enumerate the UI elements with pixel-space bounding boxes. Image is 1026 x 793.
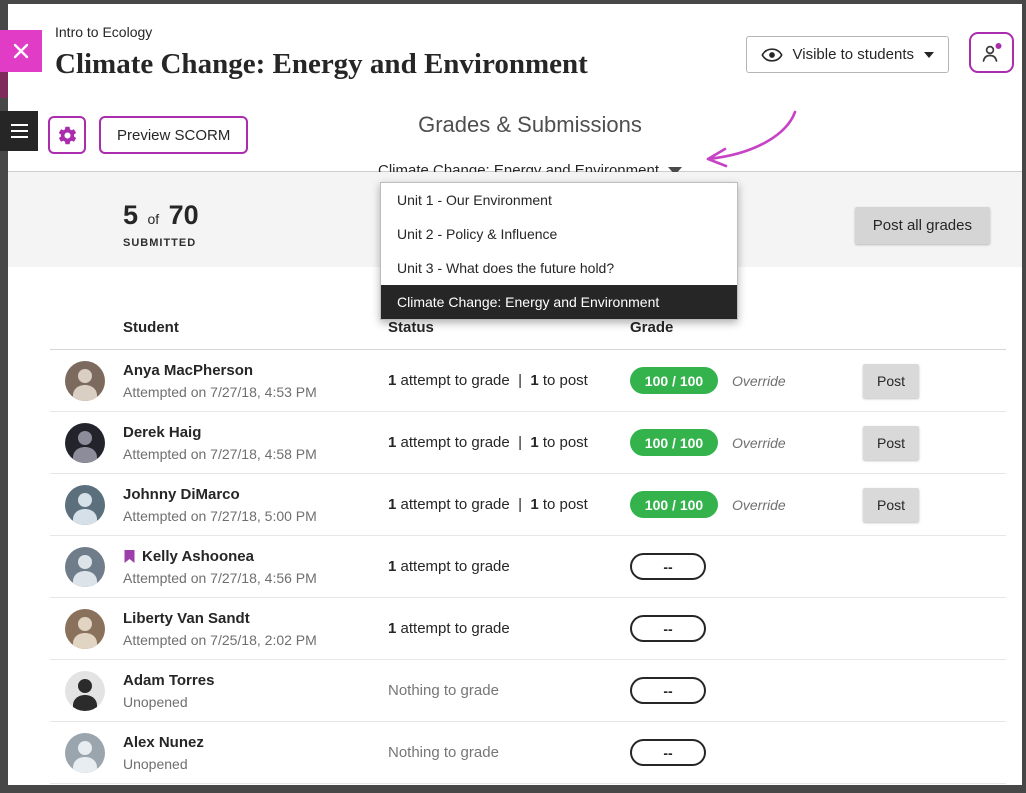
roster-person-icon <box>980 41 1004 65</box>
submitted-counts: 5 of 70 <box>123 200 199 235</box>
student-name: Alex Nunez <box>123 733 204 752</box>
course-name: Intro to Ecology <box>55 24 588 40</box>
table-row[interactable]: Liberty Van Sandt Attempted on 7/25/18, … <box>50 598 1006 660</box>
grade-pill[interactable]: -- <box>630 677 706 704</box>
post-button[interactable]: Post <box>863 426 919 460</box>
grade-pill[interactable]: -- <box>630 615 706 642</box>
dropdown-item[interactable]: Unit 2 - Policy & Influence <box>381 217 737 251</box>
avatar <box>65 423 105 463</box>
student-attempt-meta: Unopened <box>123 693 214 711</box>
student-attempt-meta: Attempted on 7/27/18, 4:53 PM <box>123 383 317 401</box>
eye-icon <box>761 44 783 66</box>
table-row[interactable]: Alex Nunez Unopened Nothing to grade -- <box>50 722 1006 784</box>
override-label: Override <box>732 435 786 451</box>
student-attempt-meta: Attempted on 7/27/18, 5:00 PM <box>123 507 317 525</box>
post-button[interactable]: Post <box>863 364 919 398</box>
status-text: 1 attempt to grade | 1 to post <box>388 434 624 451</box>
visibility-label: Visible to students <box>793 46 914 63</box>
avatar <box>65 361 105 401</box>
of-label: of <box>147 211 159 227</box>
grade-pill[interactable]: -- <box>630 739 706 766</box>
close-button[interactable] <box>0 30 42 72</box>
close-icon <box>12 42 30 60</box>
student-attempt-meta: Attempted on 7/27/18, 4:56 PM <box>123 569 317 587</box>
student-name: Liberty Van Sandt <box>123 609 317 628</box>
status-text: Nothing to grade <box>388 744 624 761</box>
hamburger-icon <box>11 124 28 126</box>
grade-pill[interactable]: -- <box>630 553 706 580</box>
avatar <box>65 609 105 649</box>
dropdown-item[interactable]: Unit 1 - Our Environment <box>381 183 737 217</box>
notification-dot <box>995 43 1001 49</box>
grade-pill[interactable]: 100 / 100 <box>630 429 718 456</box>
dropdown-item[interactable]: Unit 3 - What does the future hold? <box>381 251 737 285</box>
grades-submissions-panel: Intro to Ecology Climate Change: Energy … <box>8 4 1022 785</box>
grade-pill[interactable]: 100 / 100 <box>630 491 718 518</box>
submitted-label: SUBMITTED <box>123 237 199 249</box>
submitted-count: 5 <box>123 200 138 230</box>
content-dropdown-menu: Unit 1 - Our EnvironmentUnit 2 - Policy … <box>380 182 738 320</box>
column-header-student: Student <box>50 319 388 336</box>
table-header: Student Status Grade <box>50 319 1006 350</box>
status-text: 1 attempt to grade <box>388 558 624 575</box>
table-row[interactable]: Adam Torres Unopened Nothing to grade -- <box>50 660 1006 722</box>
status-text: Nothing to grade <box>388 682 624 699</box>
status-text: 1 attempt to grade <box>388 620 624 637</box>
panel-title: Grades & Submissions <box>38 112 1022 138</box>
menu-button[interactable] <box>0 111 38 151</box>
post-all-grades-button[interactable]: Post all grades <box>855 207 990 244</box>
student-attempt-meta: Attempted on 7/25/18, 2:02 PM <box>123 631 317 649</box>
avatar <box>65 485 105 525</box>
post-button[interactable]: Post <box>863 488 919 522</box>
page-header: Intro to Ecology Climate Change: Energy … <box>8 4 1022 100</box>
student-attempt-meta: Unopened <box>123 755 204 773</box>
student-attempt-meta: Attempted on 7/27/18, 4:58 PM <box>123 445 317 463</box>
column-header-status: Status <box>388 319 624 336</box>
chevron-down-icon <box>924 52 934 58</box>
table-row[interactable]: Kelly Ashoonea Attempted on 7/27/18, 4:5… <box>50 536 1006 598</box>
status-text: 1 attempt to grade | 1 to post <box>388 372 624 389</box>
avatar <box>65 547 105 587</box>
student-name: Anya MacPherson <box>123 361 317 380</box>
student-name: Derek Haig <box>123 423 317 442</box>
page-title: Climate Change: Energy and Environment <box>55 48 588 81</box>
toolbar: Preview SCORM Grades & Submissions Clima… <box>8 100 1022 172</box>
override-label: Override <box>732 373 786 389</box>
column-header-grade: Grade <box>624 319 863 336</box>
avatar <box>65 733 105 773</box>
status-text: 1 attempt to grade | 1 to post <box>388 496 624 513</box>
grade-pill[interactable]: 100 / 100 <box>630 367 718 394</box>
flag-icon <box>123 549 136 564</box>
dropdown-item[interactable]: Climate Change: Energy and Environment <box>381 285 737 319</box>
submissions-table: Student Status Grade Anya MacPherson Att… <box>8 267 1022 784</box>
peek-strip <box>0 72 8 98</box>
table-row[interactable]: Derek Haig Attempted on 7/27/18, 4:58 PM… <box>50 412 1006 474</box>
student-name: Kelly Ashoonea <box>123 547 317 566</box>
student-name: Adam Torres <box>123 671 214 690</box>
avatar <box>65 671 105 711</box>
student-name: Johnny DiMarco <box>123 485 317 504</box>
visibility-button[interactable]: Visible to students <box>746 36 949 73</box>
table-row[interactable]: Anya MacPherson Attempted on 7/27/18, 4:… <box>50 350 1006 412</box>
override-label: Override <box>732 497 786 513</box>
total-count: 70 <box>169 200 199 230</box>
table-row[interactable]: Johnny DiMarco Attempted on 7/27/18, 5:0… <box>50 474 1006 536</box>
roster-button[interactable] <box>969 32 1014 73</box>
